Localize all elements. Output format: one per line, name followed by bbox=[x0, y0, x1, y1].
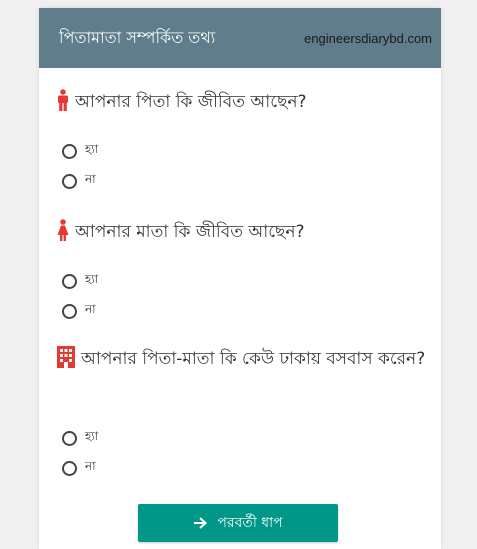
radio-button[interactable] bbox=[62, 303, 77, 319]
option-label: না bbox=[85, 459, 96, 473]
form-card: পিতামাতা সম্পর্কিত তথ্য engineersdiarybd… bbox=[39, 8, 441, 549]
question-mother-alive: আপনার মাতা কি জীবিত আছেন? bbox=[57, 219, 429, 250]
option-label: হ্যা bbox=[85, 429, 99, 443]
male-icon bbox=[57, 89, 69, 120]
radio-button[interactable] bbox=[62, 273, 77, 289]
option-label: না bbox=[85, 172, 96, 186]
question-text: আপনার পিতা-মাতা কি কেউ ঢাকায় বসবাস করেন… bbox=[81, 349, 426, 369]
option-dhaka-yes[interactable]: হ্যা bbox=[62, 428, 98, 448]
arrow-right-icon bbox=[193, 517, 208, 529]
option-mother-yes[interactable]: হ্যা bbox=[62, 271, 98, 291]
form-header: পিতামাতা সম্পর্কিত তথ্য engineersdiarybd… bbox=[39, 8, 441, 68]
option-dhaka-no[interactable]: না bbox=[62, 458, 96, 478]
option-label: হ্যা bbox=[85, 272, 99, 286]
question-text: আপনার পিতা কি জীবিত আছেন? bbox=[75, 92, 307, 112]
radio-button[interactable] bbox=[62, 460, 77, 476]
option-father-yes[interactable]: হ্যা bbox=[62, 141, 98, 161]
question-text: আপনার মাতা কি জীবিত আছেন? bbox=[75, 222, 305, 242]
page-title: পিতামাতা সম্পর্কিত তথ্য bbox=[59, 27, 216, 47]
option-mother-no[interactable]: না bbox=[62, 301, 96, 321]
question-father-alive: আপনার পিতা কি জীবিত আছেন? bbox=[57, 89, 429, 120]
female-icon bbox=[57, 219, 69, 250]
radio-button[interactable] bbox=[62, 143, 77, 159]
radio-button[interactable] bbox=[62, 173, 77, 189]
building-icon bbox=[57, 346, 75, 377]
option-father-no[interactable]: না bbox=[62, 171, 96, 191]
site-name: engineersdiarybd.com bbox=[304, 30, 432, 46]
option-label: না bbox=[85, 302, 96, 316]
question-parents-dhaka: আপনার পিতা-মাতা কি কেউ ঢাকায় বসবাস করেন… bbox=[57, 346, 429, 377]
next-step-button[interactable]: পরবর্তী ধাপ bbox=[138, 504, 338, 542]
option-label: হ্যা bbox=[85, 142, 99, 156]
next-step-label: পরবর্তী ধাপ bbox=[217, 515, 283, 531]
radio-button[interactable] bbox=[62, 430, 77, 446]
